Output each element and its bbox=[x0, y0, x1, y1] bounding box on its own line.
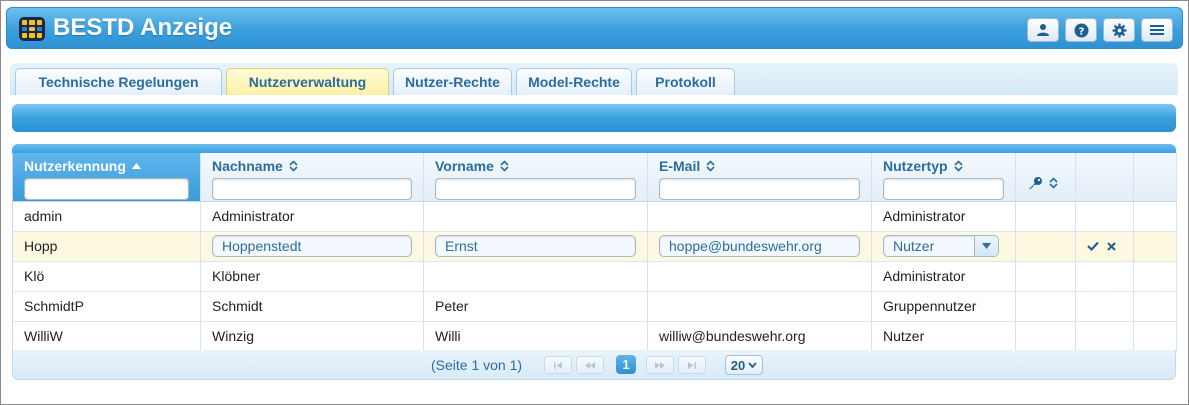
chevron-down-icon bbox=[982, 243, 991, 249]
tab-technische-regelungen[interactable]: Technische Regelungen bbox=[15, 68, 222, 95]
filter-nutzertyp-input[interactable] bbox=[883, 178, 1004, 200]
cell-nutzerkennung: Klö bbox=[12, 261, 201, 291]
gear-icon bbox=[1111, 22, 1127, 38]
nutzertyp-select[interactable]: Nutzer bbox=[883, 235, 999, 257]
tab-nutzer-rechte[interactable]: Nutzer-Rechte bbox=[393, 68, 512, 95]
app-title: BESTD Anzeige bbox=[53, 14, 233, 41]
next-page-icon bbox=[655, 361, 665, 369]
table-row[interactable]: Klö Klöbner Administrator bbox=[12, 261, 1177, 291]
col-nutzertyp-label: Nutzertyp bbox=[883, 158, 948, 174]
table-row[interactable]: SchmidtP Schmidt Peter Gruppennutzer bbox=[12, 291, 1177, 321]
cancel-close-icon[interactable] bbox=[1107, 241, 1116, 251]
cell-vorname: Peter bbox=[423, 291, 648, 321]
key-icon bbox=[1029, 177, 1042, 190]
cell-nachname: Klöbner bbox=[200, 261, 424, 291]
col-nutzerkennung[interactable]: Nutzerkennung bbox=[12, 153, 201, 202]
filter-vorname-input[interactable] bbox=[435, 178, 636, 200]
cell-nachname: Administrator bbox=[200, 201, 424, 231]
tab-protokoll[interactable]: Protokoll bbox=[636, 68, 735, 95]
cell-nachname: Winzig bbox=[200, 321, 424, 351]
current-page-button[interactable]: 1 bbox=[616, 355, 636, 374]
cell-nutzerkennung: SchmidtP bbox=[12, 291, 201, 321]
col-email[interactable]: E-Mail bbox=[647, 153, 872, 202]
cell-nutzertyp: Administrator bbox=[871, 201, 1016, 231]
last-page-icon bbox=[688, 361, 696, 369]
sort-asc-icon bbox=[131, 163, 141, 169]
sort-icon bbox=[289, 160, 298, 172]
email-edit-input[interactable]: hoppe@bundeswehr.org bbox=[659, 235, 860, 257]
prev-page-button[interactable] bbox=[576, 356, 604, 374]
last-page-button[interactable] bbox=[678, 356, 706, 374]
app-window: BESTD Anzeige ? Technische Regelungen Nu… bbox=[0, 0, 1189, 405]
sort-icon bbox=[706, 160, 715, 172]
dropdown-button[interactable] bbox=[974, 236, 998, 256]
sort-icon bbox=[1049, 177, 1058, 189]
col-extra bbox=[1133, 153, 1177, 202]
user-grid: Nutzerkennung Nachname Vorname E-Mail Nu… bbox=[12, 153, 1177, 352]
cell-vorname bbox=[423, 261, 648, 291]
col-nutzerkennung-label: Nutzerkennung bbox=[24, 158, 126, 174]
toolbar bbox=[12, 104, 1176, 132]
menu-button[interactable] bbox=[1141, 18, 1173, 42]
cell-nutzerkennung: WilliW bbox=[12, 321, 201, 351]
cell-nachname: Schmidt bbox=[200, 291, 424, 321]
user-icon bbox=[1037, 24, 1049, 36]
help-button[interactable]: ? bbox=[1065, 18, 1097, 42]
cell-email bbox=[647, 261, 872, 291]
table-row[interactable]: WilliW Winzig Willi williw@bundeswehr.or… bbox=[12, 321, 1177, 351]
col-email-label: E-Mail bbox=[659, 158, 701, 174]
col-vorname[interactable]: Vorname bbox=[423, 153, 648, 202]
user-button[interactable] bbox=[1027, 18, 1059, 42]
cell-nutzerkennung: admin bbox=[12, 201, 201, 231]
col-nutzertyp[interactable]: Nutzertyp bbox=[871, 153, 1016, 202]
first-page-button[interactable] bbox=[544, 356, 572, 374]
page-size-select[interactable]: 20 bbox=[725, 355, 763, 375]
cell-nutzertyp: Administrator bbox=[871, 261, 1016, 291]
table-row[interactable]: admin Administrator Administrator bbox=[12, 201, 1177, 231]
cell-nutzerkennung: Hopp bbox=[12, 231, 201, 261]
pager: (Seite 1 von 1) 1 20 bbox=[12, 350, 1176, 380]
sort-icon bbox=[500, 160, 509, 172]
first-page-icon bbox=[554, 361, 562, 369]
col-actions bbox=[1075, 153, 1134, 202]
menu-icon bbox=[1150, 25, 1164, 35]
app-logo-icon bbox=[19, 17, 45, 41]
filter-email-input[interactable] bbox=[659, 178, 860, 200]
cell-email bbox=[647, 201, 872, 231]
prev-page-icon bbox=[585, 361, 595, 369]
col-nachname-label: Nachname bbox=[212, 158, 283, 174]
page-info: (Seite 1 von 1) bbox=[431, 357, 523, 373]
col-nachname[interactable]: Nachname bbox=[200, 153, 424, 202]
col-vorname-label: Vorname bbox=[435, 158, 494, 174]
svg-text:?: ? bbox=[1078, 26, 1084, 37]
cell-nutzertyp: Nutzer bbox=[871, 321, 1016, 351]
tab-nutzerverwaltung[interactable]: Nutzerverwaltung bbox=[226, 68, 389, 95]
save-check-icon[interactable] bbox=[1087, 241, 1099, 251]
filter-nachname-input[interactable] bbox=[212, 178, 412, 200]
cell-vorname bbox=[423, 201, 648, 231]
col-rechte[interactable] bbox=[1015, 153, 1076, 202]
settings-button[interactable] bbox=[1103, 18, 1135, 42]
vorname-edit-input[interactable]: Ernst bbox=[435, 235, 636, 257]
help-icon: ? bbox=[1074, 23, 1088, 37]
page-size-value: 20 bbox=[730, 357, 746, 373]
next-page-button[interactable] bbox=[646, 356, 674, 374]
filter-nutzerkennung-input[interactable] bbox=[24, 178, 189, 200]
cell-email: williw@bundeswehr.org bbox=[647, 321, 872, 351]
sort-icon bbox=[953, 160, 963, 172]
grid-header-row: Nutzerkennung Nachname Vorname E-Mail Nu… bbox=[12, 153, 1177, 202]
grid-topbar bbox=[12, 144, 1176, 153]
nachname-edit-input[interactable]: Hoppenstedt bbox=[212, 235, 412, 257]
chevron-down-icon bbox=[748, 362, 757, 368]
tab-model-rechte[interactable]: Model-Rechte bbox=[516, 68, 632, 95]
cell-email bbox=[647, 291, 872, 321]
table-row-editing[interactable]: Hopp Hoppenstedt Ernst hoppe@bundeswehr.… bbox=[12, 231, 1177, 261]
nutzertyp-select-value: Nutzer bbox=[893, 238, 935, 254]
cell-vorname: Willi bbox=[423, 321, 648, 351]
cell-nutzertyp: Gruppennutzer bbox=[871, 291, 1016, 321]
app-header: BESTD Anzeige ? bbox=[6, 7, 1183, 49]
